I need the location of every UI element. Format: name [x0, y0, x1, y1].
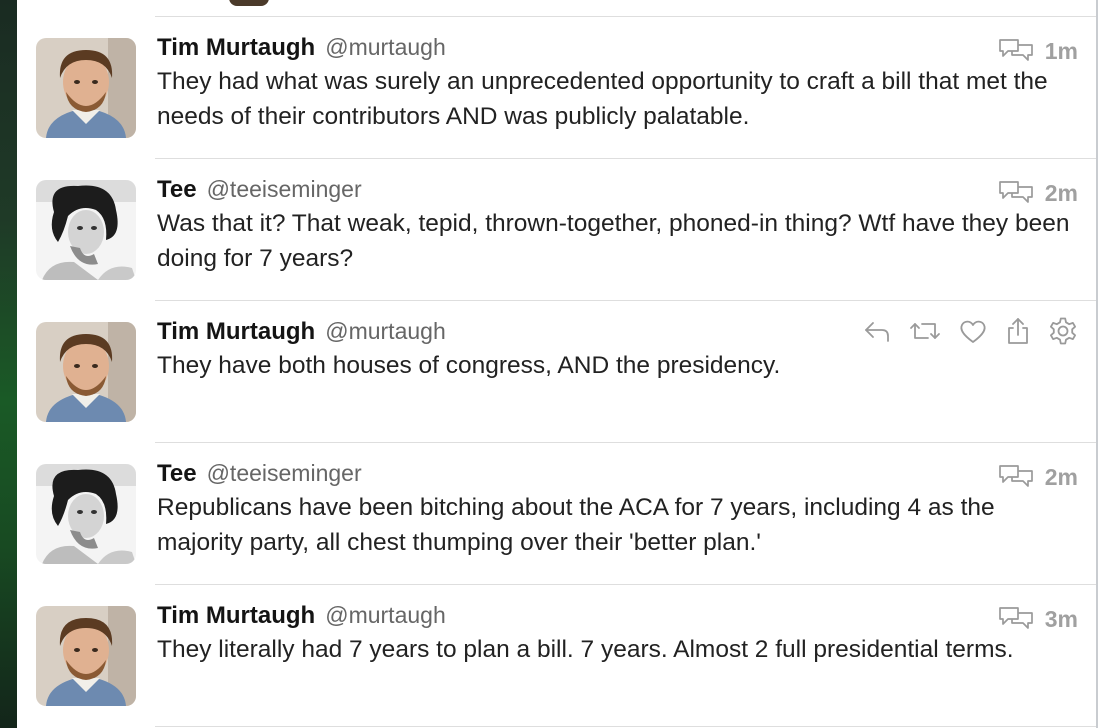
tweet-text: They literally had 7 years to plan a bil… [157, 636, 1014, 663]
author-handle[interactable]: @murtaugh [325, 318, 446, 345]
author-name[interactable]: Tee [157, 176, 197, 204]
author-handle[interactable]: @teeiseminger [207, 460, 362, 487]
timestamp: 1m [1044, 38, 1078, 64]
author-handle[interactable]: @murtaugh [325, 602, 446, 629]
tweet-text: They had what was surely an unprecedente… [157, 68, 1048, 130]
conversation-icon[interactable] [997, 37, 1035, 66]
tweet-text: Was that it? That weak, tepid, thrown-to… [157, 210, 1070, 272]
avatar[interactable] [36, 464, 136, 564]
tweet-text: They have both houses of congress, AND t… [157, 352, 781, 379]
tweet[interactable]: Tee @teeiseminger 2m Republicans have be… [17, 443, 1096, 585]
conversation-icon[interactable] [997, 179, 1035, 208]
timestamp: 3m [1044, 606, 1078, 632]
retweet-icon[interactable] [908, 317, 942, 350]
heart-icon[interactable] [958, 317, 988, 350]
tweet[interactable]: Tim Murtaugh @murtaugh 3m They literally… [17, 585, 1096, 727]
background-strip [0, 0, 17, 728]
tweet-actions [862, 316, 1078, 351]
author-name[interactable]: Tee [157, 460, 197, 488]
tweet-text: Republicans have been bitching about the… [157, 494, 995, 556]
avatar[interactable] [36, 606, 136, 706]
share-icon[interactable] [1004, 317, 1032, 350]
timeline[interactable]: Tim Murtaugh @murtaugh 1m They had what … [17, 0, 1096, 728]
author-name[interactable]: Tim Murtaugh [157, 318, 315, 346]
avatar-partial [229, 0, 269, 6]
tweet[interactable]: Tim Murtaugh @murtaugh They have both ho… [17, 301, 1096, 443]
conversation-icon[interactable] [997, 605, 1035, 634]
reply-icon[interactable] [862, 317, 892, 350]
divider [155, 726, 1096, 727]
gear-icon[interactable] [1048, 316, 1078, 351]
conversation-icon[interactable] [997, 463, 1035, 492]
timestamp: 2m [1044, 464, 1078, 490]
author-handle[interactable]: @teeiseminger [207, 176, 362, 203]
tweet[interactable]: Tim Murtaugh @murtaugh 1m They had what … [17, 17, 1096, 159]
avatar[interactable] [36, 322, 136, 422]
author-name[interactable]: Tim Murtaugh [157, 34, 315, 62]
author-handle[interactable]: @murtaugh [325, 34, 446, 61]
tweet[interactable]: Tee @teeiseminger 2m Was that it? That w… [17, 159, 1096, 301]
author-name[interactable]: Tim Murtaugh [157, 602, 315, 630]
timestamp: 2m [1044, 180, 1078, 206]
avatar[interactable] [36, 38, 136, 138]
avatar[interactable] [36, 180, 136, 280]
